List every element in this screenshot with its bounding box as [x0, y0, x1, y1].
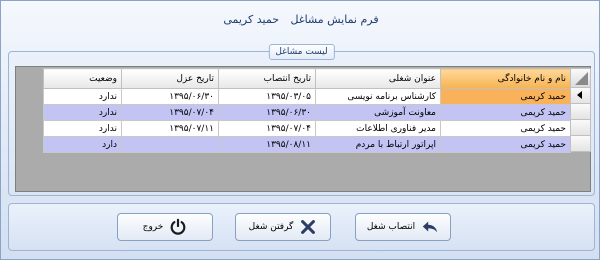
exit-button-label: خروج: [142, 222, 164, 232]
cell-job-title[interactable]: کارشناس برنامه نویسی: [315, 88, 441, 105]
select-all-corner[interactable]: [570, 68, 591, 88]
cell-full-name[interactable]: حمید کریمی: [440, 120, 571, 137]
close-icon: [301, 220, 316, 234]
column-header-dismiss-date[interactable]: تاریخ عزل: [121, 68, 219, 89]
cell-assign-date[interactable]: ۱۳۹۵/۰۷/۰۴: [218, 120, 316, 137]
assign-job-button[interactable]: انتصاب شغل: [355, 213, 451, 241]
cell-dismiss-date[interactable]: ۱۳۹۵/۰۷/۱۱: [121, 120, 219, 137]
row-header[interactable]: [570, 88, 591, 104]
exit-button[interactable]: خروج: [117, 213, 213, 241]
cell-full-name[interactable]: حمید کریمی: [440, 104, 571, 121]
column-header-assign-date[interactable]: تاریخ انتصاب: [218, 68, 316, 89]
cell-job-title[interactable]: مدیر فناوری اطلاعات: [315, 120, 441, 137]
cell-dismiss-date[interactable]: [121, 136, 219, 153]
button-panel: خروج گرفتن شغل انتصاب شغل: [8, 203, 595, 251]
current-row-arrow-icon: [577, 91, 582, 99]
jobs-table: وضعیت تاریخ عزل تاریخ انتصاب عنوان شغلی …: [43, 68, 571, 153]
table-row[interactable]: ندارد ۱۳۹۵/۰۷/۱۱ ۱۳۹۵/۰۷/۰۴ مدیر فناوری …: [43, 120, 571, 137]
group-legend: لیست مشاغل: [268, 44, 335, 60]
column-header-job-title[interactable]: عنوان شغلی: [315, 68, 441, 89]
table-row[interactable]: دارد ۱۳۹۵/۰۸/۱۱ اپراتور ارتباط با مردم ح…: [43, 136, 571, 153]
main-window: فرم نمایش مشاغل حمید کریمی لیست مشاغل وض…: [0, 0, 600, 260]
cell-status[interactable]: ندارد: [43, 120, 122, 137]
jobs-group-box: لیست مشاغل وضعیت تاریخ عزل تاریخ انتصاب …: [8, 44, 595, 196]
cell-job-title[interactable]: معاونت آموزشی: [315, 104, 441, 121]
cell-assign-date[interactable]: ۱۳۹۵/۰۶/۳۰: [218, 104, 316, 121]
cell-status[interactable]: ندارد: [43, 104, 122, 121]
jobs-grid[interactable]: وضعیت تاریخ عزل تاریخ انتصاب عنوان شغلی …: [15, 66, 591, 192]
cell-status[interactable]: ندارد: [43, 88, 122, 105]
table-row[interactable]: ندارد ۱۳۹۵/۰۷/۰۴ ۱۳۹۵/۰۶/۳۰ معاونت آموزش…: [43, 104, 571, 121]
revoke-job-button[interactable]: گرفتن شغل: [235, 213, 331, 241]
corner-triangle-icon: [575, 72, 588, 85]
column-header-full-name[interactable]: نام و نام خانوادگی: [440, 68, 571, 89]
table-row[interactable]: ندارد ۱۳۹۵/۰۶/۳۰ ۱۳۹۵/۰۳/۰۵ کارشناس برنا…: [43, 88, 571, 105]
assign-job-button-label: انتصاب شغل: [366, 222, 416, 232]
cell-dismiss-date[interactable]: ۱۳۹۵/۰۶/۳۰: [121, 88, 219, 105]
cell-full-name[interactable]: حمید کریمی: [440, 136, 571, 153]
form-title-label: فرم نمایش مشاغل: [290, 13, 379, 26]
person-name: حمید کریمی: [223, 13, 279, 26]
row-header[interactable]: [570, 120, 591, 136]
revoke-job-button-label: گرفتن شغل: [248, 222, 294, 232]
row-header-column: [570, 68, 591, 152]
row-header[interactable]: [570, 104, 591, 120]
reply-arrow-icon: [422, 221, 438, 233]
cell-assign-date[interactable]: ۱۳۹۵/۰۳/۰۵: [218, 88, 316, 105]
header-row: وضعیت تاریخ عزل تاریخ انتصاب عنوان شغلی …: [43, 68, 571, 89]
row-header[interactable]: [570, 136, 591, 152]
power-icon: [170, 218, 186, 235]
cell-assign-date[interactable]: ۱۳۹۵/۰۸/۱۱: [218, 136, 316, 153]
cell-full-name[interactable]: حمید کریمی: [440, 88, 571, 105]
cell-job-title[interactable]: اپراتور ارتباط با مردم: [315, 136, 441, 153]
column-header-status[interactable]: وضعیت: [43, 68, 122, 89]
cell-dismiss-date[interactable]: ۱۳۹۵/۰۷/۰۴: [121, 104, 219, 121]
cell-status[interactable]: دارد: [43, 136, 122, 153]
form-title: فرم نمایش مشاغل حمید کریمی: [1, 13, 600, 26]
